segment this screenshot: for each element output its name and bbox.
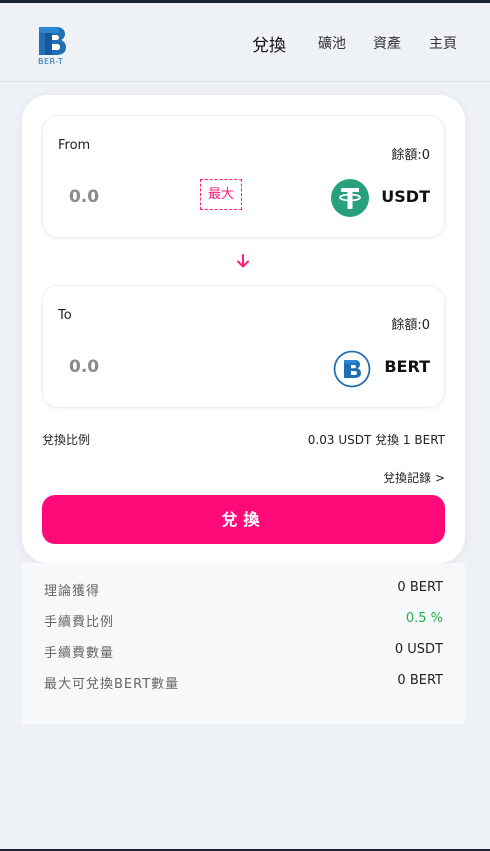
logo-text: BER-T bbox=[38, 57, 64, 66]
swap-card: From 餘額:0 最大 USDT To 餘額:0 BERT 兌換比例 0.03… bbox=[22, 95, 465, 563]
to-token-name[interactable]: BERT bbox=[384, 357, 430, 376]
header: BER-T 兌換 礦池 資產 主頁 bbox=[0, 3, 490, 82]
info-label: 最大可兌換BERT數量 bbox=[44, 677, 180, 692]
info-label: 手續費數量 bbox=[44, 646, 115, 661]
from-label: From bbox=[58, 138, 91, 153]
tether-icon bbox=[331, 179, 369, 217]
max-button[interactable]: 最大 bbox=[200, 179, 242, 210]
info-row-max: 最大可兌換BERT數量 0 BERT bbox=[22, 673, 465, 693]
nav-assets[interactable]: 資產 bbox=[373, 33, 401, 53]
info-panel: 理論獲得 0 BERT 手續費比例 0.5 % 手續費數量 0 USDT 最大可… bbox=[22, 563, 465, 724]
to-balance: 餘額:0 bbox=[391, 318, 430, 333]
from-amount-input[interactable] bbox=[55, 184, 159, 210]
info-label: 理論獲得 bbox=[44, 584, 101, 599]
info-row-fee-amount: 手續費數量 0 USDT bbox=[22, 642, 465, 662]
info-row-expected: 理論獲得 0 BERT bbox=[22, 580, 465, 600]
from-balance: 餘額:0 bbox=[391, 148, 430, 163]
nav-pool[interactable]: 礦池 bbox=[318, 33, 346, 53]
arrow-down-icon[interactable] bbox=[235, 253, 251, 269]
info-row-fee-rate: 手續費比例 0.5 % bbox=[22, 611, 465, 631]
bert-icon bbox=[333, 350, 371, 388]
info-value: 0 BERT bbox=[397, 580, 443, 595]
swap-button[interactable]: 兌換 bbox=[42, 495, 445, 544]
rate-value: 0.03 USDT 兌換 1 BERT bbox=[307, 433, 445, 447]
to-box: To 餘額:0 BERT bbox=[42, 285, 445, 408]
rate-label: 兌換比例 bbox=[42, 433, 91, 447]
nav-swap[interactable]: 兌換 bbox=[252, 31, 286, 56]
to-label: To bbox=[58, 308, 72, 323]
to-amount-input[interactable] bbox=[55, 354, 159, 380]
info-value: 0 BERT bbox=[397, 673, 443, 688]
info-value: 0.5 % bbox=[405, 611, 443, 626]
from-box: From 餘額:0 最大 USDT bbox=[42, 115, 445, 238]
from-token-name[interactable]: USDT bbox=[381, 187, 430, 206]
nav-home[interactable]: 主頁 bbox=[429, 33, 457, 53]
info-value: 0 USDT bbox=[394, 642, 443, 657]
info-label: 手續費比例 bbox=[44, 615, 115, 630]
history-link[interactable]: 兌換記錄 > bbox=[383, 469, 445, 486]
